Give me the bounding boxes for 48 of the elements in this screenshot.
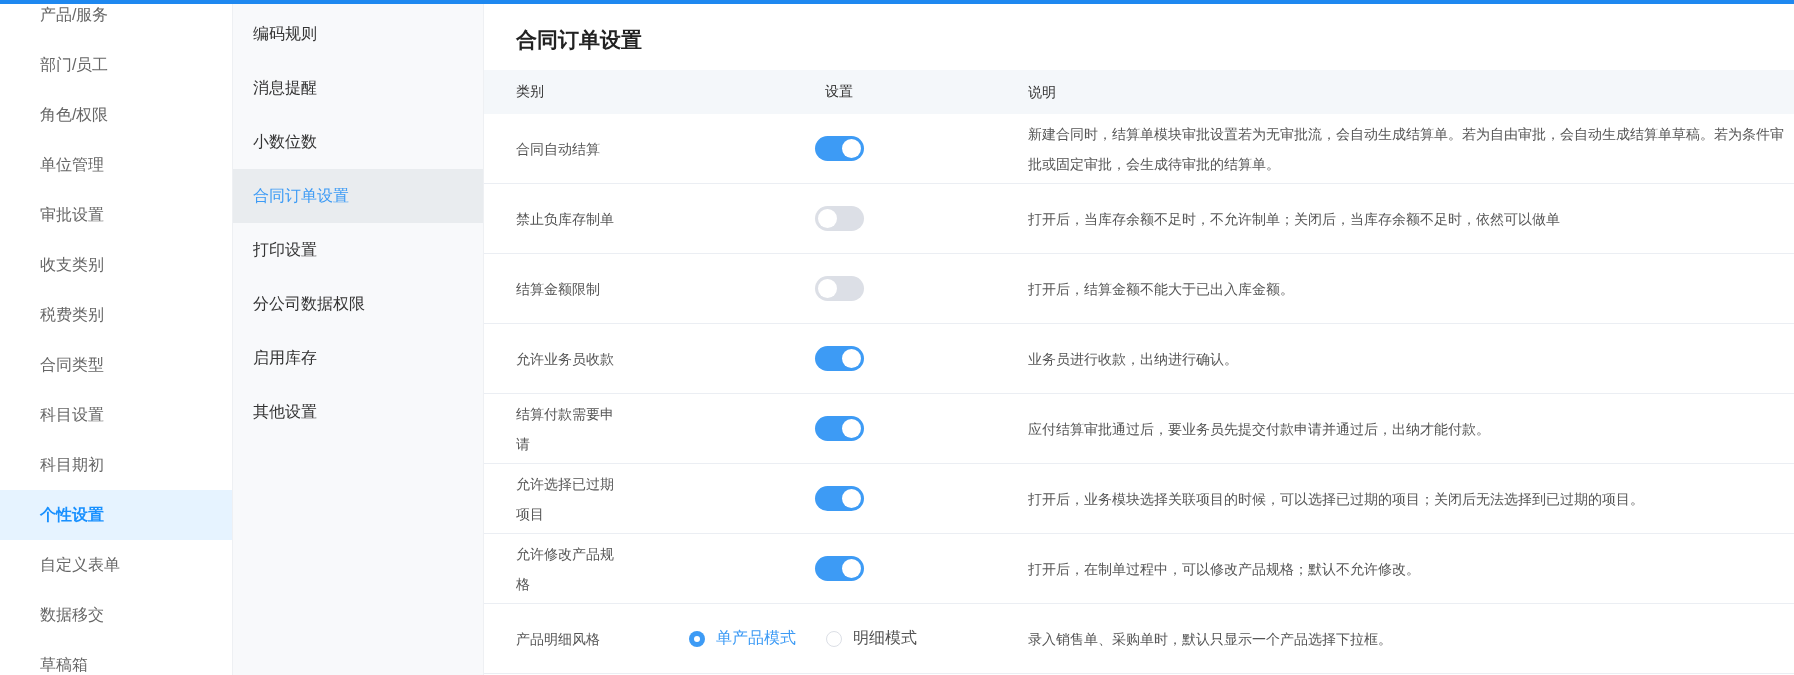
toggle-switch[interactable] bbox=[814, 346, 864, 371]
sidebar-item[interactable]: 审批设置 bbox=[0, 190, 232, 240]
toggle-switch[interactable] bbox=[814, 206, 864, 231]
submenu-item[interactable]: 编码规则 bbox=[233, 7, 483, 61]
category-cell-text: 禁止负库存制单 bbox=[516, 209, 615, 229]
radio-option[interactable]: 明细模式 bbox=[826, 628, 917, 649]
category-cell-text: 合同自动结算 bbox=[516, 139, 601, 159]
category-cell-text: 结算付款需要申请 bbox=[516, 404, 615, 454]
submenu-item[interactable]: 启用库存 bbox=[233, 331, 483, 385]
toggle-switch[interactable] bbox=[814, 276, 864, 301]
sidebar-item[interactable]: 合同类型 bbox=[0, 340, 232, 390]
sidebar-item[interactable]: 单位管理 bbox=[0, 140, 232, 190]
toggle-switch[interactable] bbox=[814, 136, 864, 161]
category-cell-text: 允许修改产品规格 bbox=[516, 544, 615, 594]
category-cell-text: 产品明细风格 bbox=[516, 629, 601, 649]
sidebar-item[interactable]: 草稿箱 bbox=[0, 640, 232, 675]
description-cell: 业务员进行收款，出纳进行确认。 bbox=[1028, 350, 1238, 367]
submenu-item[interactable]: 小数位数 bbox=[233, 115, 483, 169]
column-header: 类别 bbox=[516, 83, 544, 99]
toggle-switch[interactable] bbox=[814, 416, 864, 441]
description-cell: 打开后，当库存余额不足时，不允许制单；关闭后，当库存余额不足时，依然可以做单 bbox=[1028, 210, 1560, 227]
submenu-item[interactable]: 其他设置 bbox=[233, 385, 483, 439]
description-cell: 打开后，业务模块选择关联项目的时候，可以选择已过期的项目；关闭后无法选择到已过期的项目。 bbox=[1028, 490, 1644, 507]
submenu-item[interactable]: 消息提醒 bbox=[233, 61, 483, 115]
sidebar-item[interactable]: 自定义表单 bbox=[0, 540, 232, 590]
sidebar-item[interactable]: 产品/服务 bbox=[0, 4, 232, 40]
category-cell-text: 允许选择已过期项目 bbox=[516, 474, 615, 524]
category-cell-text: 允许业务员收款 bbox=[516, 349, 615, 369]
page-title: 合同订单设置 bbox=[516, 28, 642, 51]
sidebar-item[interactable]: 数据移交 bbox=[0, 590, 232, 640]
sidebar-item[interactable]: 税费类别 bbox=[0, 290, 232, 340]
sidebar-item[interactable]: 角色/权限 bbox=[0, 90, 232, 140]
description-cell: 打开后，结算金额不能大于已出入库金额。 bbox=[1028, 280, 1294, 297]
column-header: 设置 bbox=[825, 83, 853, 101]
sidebar-item[interactable]: 科目期初 bbox=[0, 440, 232, 490]
category-cell-text: 结算金额限制 bbox=[516, 279, 601, 299]
submenu-item[interactable]: 打印设置 bbox=[233, 223, 483, 277]
sidebar-item[interactable]: 部门/员工 bbox=[0, 40, 232, 90]
description-cell: 录入销售单、采购单时，默认只显示一个产品选择下拉框。 bbox=[1028, 630, 1392, 647]
sidebar-item[interactable]: 收支类别 bbox=[0, 240, 232, 290]
toggle-switch[interactable] bbox=[814, 486, 864, 511]
toggle-switch[interactable] bbox=[814, 556, 864, 581]
sidebar-item[interactable]: 科目设置 bbox=[0, 390, 232, 440]
column-header: 说明 bbox=[1028, 84, 1056, 100]
description-cell: 打开后，在制单过程中，可以修改产品规格；默认不允许修改。 bbox=[1028, 560, 1420, 577]
description-cell: 应付结算审批通过后，要业务员先提交付款申请并通过后，出纳才能付款。 bbox=[1028, 420, 1490, 437]
description-cell: 新建合同时，结算单模块审批设置若为无审批流，会自动生成结算单。若为自由审批，会自动生成结算单草稿。若为条件审批或固定审批，会生成待审批的结算单。 bbox=[1028, 125, 1784, 172]
submenu-item[interactable]: 分公司数据权限 bbox=[233, 277, 483, 331]
